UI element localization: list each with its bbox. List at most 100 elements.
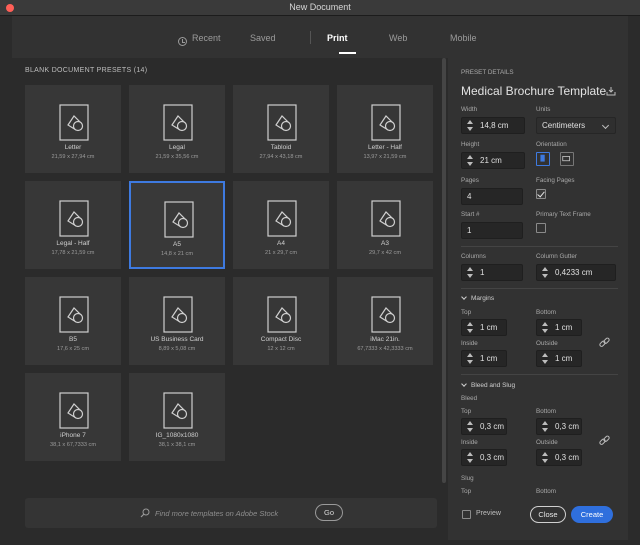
width-field[interactable]: 14,8 cm (461, 117, 525, 134)
bleed-inside-label: Inside (461, 439, 478, 446)
chevron-down-icon[interactable] (461, 294, 467, 300)
bleed-bottom-stepper[interactable] (541, 421, 549, 433)
presets-count: (14) (133, 67, 148, 74)
presets-scrollbar[interactable] (440, 58, 448, 538)
column-gutter-value: 0,4233 cm (555, 268, 593, 277)
units-select[interactable]: Centimeters (536, 117, 616, 134)
bleed-top-stepper[interactable] (466, 421, 474, 433)
bleed-inside-value: 0,3 cm (480, 453, 505, 462)
preset-name: US Business Card (150, 336, 204, 343)
window-title: New Document (289, 2, 351, 12)
preset-card[interactable]: IG_1080x1080 38,1 x 38,1 cm (129, 373, 225, 461)
document-icon (59, 200, 89, 237)
portrait-orientation-button[interactable] (536, 152, 550, 166)
chevron-down-icon[interactable] (461, 381, 467, 387)
tab-print[interactable]: Print (327, 33, 348, 43)
margins-section-title[interactable]: Margins (471, 295, 494, 302)
preset-card[interactable]: A3 29,7 x 42 cm (337, 181, 433, 269)
document-icon (59, 296, 89, 333)
document-icon (267, 104, 297, 141)
save-preset-icon[interactable] (606, 86, 616, 96)
document-icon (163, 392, 193, 429)
margin-outside-stepper[interactable] (541, 353, 549, 365)
portrait-icon (540, 154, 545, 162)
preset-card[interactable]: B5 17,6 x 25 cm (25, 277, 121, 365)
column-gutter-field[interactable]: 0,4233 cm (536, 264, 616, 281)
bleed-top-value: 0,3 cm (480, 422, 505, 431)
bleed-outside-stepper[interactable] (541, 452, 549, 464)
preset-card[interactable]: A4 21 x 29,7 cm (233, 181, 329, 269)
landscape-orientation-button[interactable] (560, 152, 574, 166)
chevron-down-icon (601, 121, 610, 130)
height-value: 21 cm (480, 156, 502, 165)
facing-pages-checkbox[interactable] (536, 189, 546, 199)
margin-bottom-field[interactable]: 1 cm (536, 319, 582, 336)
preset-card[interactable]: iPhone 7 38,1 x 67,7333 cm (25, 373, 121, 461)
preset-card[interactable]: iMac 21in. 67,7333 x 42,3333 cm (337, 277, 433, 365)
height-stepper[interactable] (466, 155, 474, 167)
tab-mobile[interactable]: Mobile (450, 33, 477, 43)
preset-card[interactable]: Legal 21,59 x 35,56 cm (129, 85, 225, 173)
tab-saved[interactable]: Saved (250, 33, 276, 43)
primary-text-frame-checkbox[interactable] (536, 223, 546, 233)
preview-checkbox[interactable] (462, 510, 471, 519)
bleed-bottom-field[interactable]: 0,3 cm (536, 418, 582, 435)
pages-value: 4 (467, 192, 472, 201)
preset-size: 8,89 x 5,08 cm (158, 346, 196, 352)
preset-card[interactable]: Legal - Half 17,78 x 21,59 cm (25, 181, 121, 269)
bleed-top-field[interactable]: 0,3 cm (461, 418, 507, 435)
margin-inside-stepper[interactable] (466, 353, 474, 365)
columns-field[interactable]: 1 (461, 264, 523, 281)
preset-size: 14,8 x 21 cm (160, 251, 194, 257)
preset-size: 13,97 x 21,59 cm (363, 154, 407, 160)
margin-outside-field[interactable]: 1 cm (536, 350, 582, 367)
checkmark-icon (537, 189, 545, 198)
presets-header: BLANK DOCUMENT PRESETS (14) (25, 67, 147, 74)
preset-card[interactable]: Letter - Half 13,97 x 21,59 cm (337, 85, 433, 173)
close-button[interactable]: Close (530, 506, 566, 523)
margin-top-field[interactable]: 1 cm (461, 319, 507, 336)
start-page-field[interactable]: 1 (461, 222, 523, 239)
units-label: Units (536, 106, 551, 113)
create-button[interactable]: Create (571, 506, 613, 523)
link-icon[interactable] (598, 336, 611, 349)
preset-name: Compact Disc (260, 336, 302, 343)
preset-card[interactable]: A5 14,8 x 21 cm (129, 181, 225, 269)
preset-details-header: PRESET DETAILS (461, 69, 514, 76)
scrollbar-thumb[interactable] (442, 58, 446, 483)
margin-top-stepper[interactable] (466, 322, 474, 334)
link-icon[interactable] (598, 434, 611, 447)
divider (461, 246, 618, 247)
tab-web[interactable]: Web (389, 33, 407, 43)
go-button[interactable]: Go (315, 504, 343, 521)
tab-recent[interactable]: Recent (192, 33, 221, 43)
preset-name: Tabloid (270, 144, 292, 151)
margin-bottom-stepper[interactable] (541, 322, 549, 334)
bleed-inside-field[interactable]: 0,3 cm (461, 449, 507, 466)
bleed-outside-field[interactable]: 0,3 cm (536, 449, 582, 466)
tab-separator (310, 31, 311, 44)
width-stepper[interactable] (466, 120, 474, 132)
preset-name-field[interactable]: Medical Brochure Template (461, 84, 606, 98)
preset-size: 29,7 x 42 cm (368, 250, 402, 256)
stock-search-input[interactable] (155, 506, 315, 520)
preset-card[interactable]: Tabloid 27,94 x 43,18 cm (233, 85, 329, 173)
preset-card[interactable]: US Business Card 8,89 x 5,08 cm (129, 277, 225, 365)
bleed-outside-label: Outside (536, 439, 558, 446)
column-gutter-stepper[interactable] (541, 267, 549, 279)
document-icon (267, 296, 297, 333)
preset-card[interactable]: Compact Disc 12 x 12 cm (233, 277, 329, 365)
margin-outside-value: 1 cm (555, 354, 573, 363)
margin-top-value: 1 cm (480, 323, 498, 332)
bleed-inside-stepper[interactable] (466, 452, 474, 464)
start-page-value: 1 (467, 226, 472, 235)
primary-text-frame-label: Primary Text Frame (536, 211, 591, 218)
columns-stepper[interactable] (466, 267, 474, 279)
pages-field[interactable]: 4 (461, 188, 523, 205)
preset-size: 38,1 x 67,7333 cm (49, 442, 97, 448)
active-tab-indicator (339, 52, 356, 54)
preset-card[interactable]: Letter 21,59 x 27,94 cm (25, 85, 121, 173)
margin-inside-field[interactable]: 1 cm (461, 350, 507, 367)
bleed-slug-section-title[interactable]: Bleed and Slug (471, 382, 515, 389)
height-field[interactable]: 21 cm (461, 152, 525, 169)
